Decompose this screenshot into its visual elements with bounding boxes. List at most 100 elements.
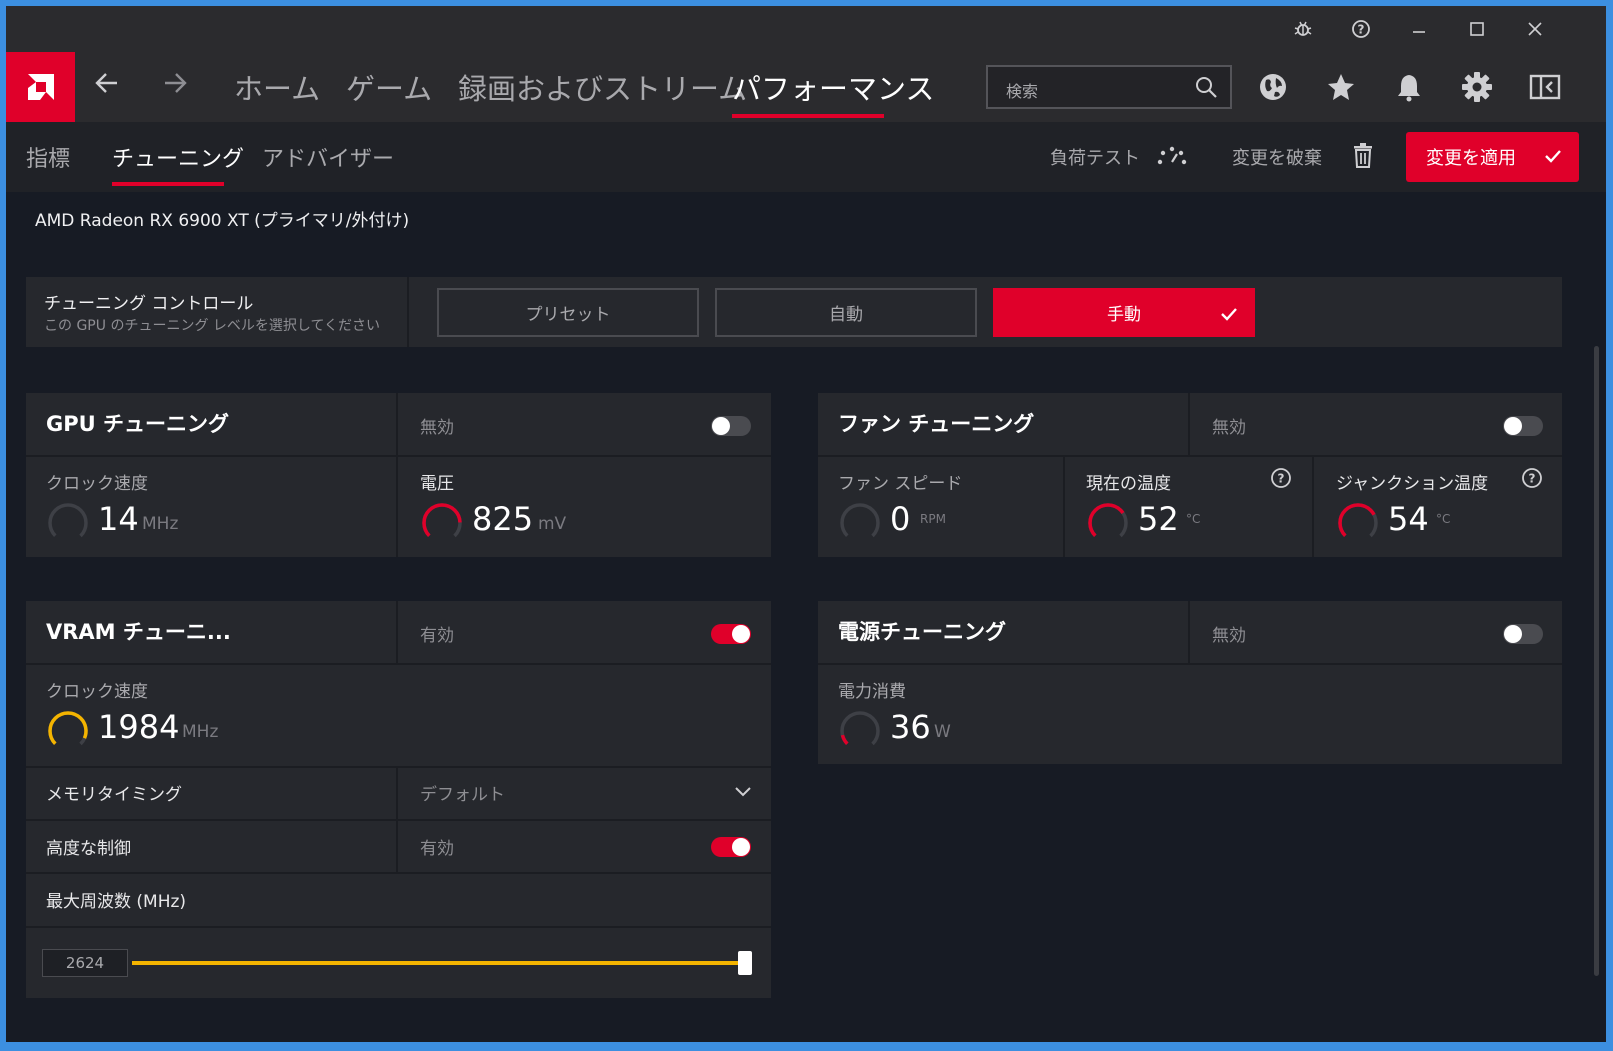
- vram-clock-label: クロック速度: [46, 682, 148, 702]
- trash-icon[interactable]: [1352, 142, 1374, 172]
- divider: [26, 926, 771, 928]
- max-frequency-slider-thumb[interactable]: [738, 951, 752, 975]
- tuning-control-bar: チューニング コントロール この GPU のチューニング レベルを選択してくださ…: [26, 277, 1562, 347]
- app-window: ? ホーム ゲーム 録画およびストリーム パフォーマンス 検索 指標 チューニン…: [6, 6, 1606, 1042]
- fan-speed-unit: RPM: [920, 512, 946, 526]
- chevron-down-icon: [735, 787, 751, 797]
- nav-tab-games[interactable]: ゲーム: [346, 66, 432, 108]
- power-consumption-label: 電力消費: [838, 682, 906, 702]
- close-icon[interactable]: [1520, 14, 1550, 44]
- gpu-clock-value: 14: [98, 500, 139, 538]
- layout-icon[interactable]: [1528, 70, 1562, 104]
- subtab-tuning[interactable]: チューニング: [112, 141, 244, 173]
- max-frequency-label: 最大周波数 (MHz): [46, 892, 187, 912]
- toggle-knob: [1504, 625, 1522, 643]
- nav-tab-record-stream[interactable]: 録画およびストリーム: [458, 66, 747, 108]
- divider: [1188, 601, 1190, 663]
- power-tuning-state: 無効: [1212, 626, 1246, 646]
- mode-preset-button[interactable]: プリセット: [437, 288, 699, 337]
- gpu-tuning-state: 無効: [420, 418, 454, 438]
- fan-tuning-state: 無効: [1212, 418, 1246, 438]
- fan-tuning-title: ファン チューニング: [838, 412, 1035, 436]
- top-navigation: ホーム ゲーム 録画およびストリーム パフォーマンス 検索: [6, 52, 1606, 122]
- max-frequency-input[interactable]: 2624: [42, 949, 128, 977]
- current-temp-value: 52: [1138, 500, 1179, 538]
- mode-auto-button[interactable]: 自動: [715, 288, 977, 337]
- vram-tuning-title: VRAM チューニ...: [46, 620, 231, 644]
- subtab-metrics[interactable]: 指標: [26, 141, 70, 173]
- discard-changes-button[interactable]: 変更を破棄: [1232, 144, 1322, 170]
- apply-changes-button[interactable]: 変更を適用: [1406, 132, 1579, 182]
- bug-icon[interactable]: [1288, 14, 1318, 44]
- amd-logo[interactable]: [6, 52, 75, 122]
- divider: [26, 872, 771, 874]
- mode-preset-label: プリセット: [525, 305, 611, 325]
- memory-timing-dropdown[interactable]: デフォルト: [398, 768, 771, 820]
- mode-auto-label: 自動: [829, 305, 863, 325]
- toggle-knob: [712, 417, 730, 435]
- svg-text:?: ?: [1358, 23, 1365, 37]
- scrollbar[interactable]: [1594, 346, 1599, 976]
- stress-test-label: 負荷テスト: [1050, 148, 1140, 169]
- bell-icon[interactable]: [1392, 70, 1426, 104]
- gear-icon[interactable]: [1460, 70, 1494, 104]
- memory-timing-value: デフォルト: [420, 785, 505, 805]
- gpu-voltage-value: 825: [472, 500, 534, 538]
- gpu-voltage-label: 電圧: [420, 474, 454, 494]
- fan-tuning-toggle[interactable]: [1503, 416, 1543, 436]
- toggle-knob: [1504, 417, 1522, 435]
- minimize-icon[interactable]: [1404, 14, 1434, 44]
- current-temp-unit: °C: [1186, 512, 1201, 526]
- toggle-knob: [732, 838, 750, 856]
- current-temp-gauge: [1088, 503, 1128, 543]
- search-icon[interactable]: [1194, 75, 1218, 103]
- divider: [1312, 455, 1314, 557]
- power-tuning-toggle[interactable]: [1503, 624, 1543, 644]
- toggle-knob: [732, 625, 750, 643]
- divider: [396, 601, 398, 663]
- forward-arrow-icon[interactable]: [162, 70, 188, 103]
- gpu-tuning-toggle[interactable]: [711, 416, 751, 436]
- power-consumption-value: 36: [890, 708, 931, 746]
- back-arrow-icon[interactable]: [94, 70, 120, 103]
- max-frequency-slider-track[interactable]: [132, 961, 749, 965]
- junction-temp-gauge: [1338, 503, 1378, 543]
- gpu-clock-unit: MHz: [142, 514, 179, 534]
- star-icon[interactable]: [1324, 70, 1358, 104]
- advanced-control-toggle[interactable]: [711, 837, 751, 857]
- mode-manual-button[interactable]: 手動: [993, 288, 1255, 337]
- title-bar: ?: [6, 6, 1606, 52]
- subtab-active-underline: [112, 182, 224, 186]
- nav-tab-home[interactable]: ホーム: [234, 66, 320, 108]
- svg-text:?: ?: [1278, 472, 1285, 486]
- svg-text:?: ?: [1529, 472, 1536, 486]
- divider: [407, 277, 409, 347]
- subtab-advisor[interactable]: アドバイザー: [262, 141, 394, 173]
- stress-test-button[interactable]: 負荷テスト: [1050, 144, 1140, 170]
- power-consumption-unit: W: [934, 722, 951, 742]
- divider: [26, 455, 771, 457]
- gauge-dashes-icon[interactable]: [1156, 144, 1188, 170]
- help-icon[interactable]: ?: [1270, 467, 1292, 489]
- junction-temp-label: ジャンクション温度: [1336, 474, 1489, 494]
- search-box[interactable]: 検索: [986, 65, 1232, 109]
- divider: [1188, 393, 1190, 455]
- gpu-tuning-title: GPU チューニング: [46, 412, 229, 436]
- maximize-icon[interactable]: [1462, 14, 1492, 44]
- sub-navigation: 指標 チューニング アドバイザー 負荷テスト 変更を破棄 変更を適用: [6, 122, 1606, 192]
- advanced-control-state: 有効: [420, 839, 454, 859]
- discard-changes-label: 変更を破棄: [1232, 148, 1322, 169]
- nav-tab-performance[interactable]: パフォーマンス: [732, 66, 934, 108]
- globe-icon[interactable]: [1256, 70, 1290, 104]
- junction-temp-unit: °C: [1436, 512, 1451, 526]
- help-icon[interactable]: ?: [1521, 467, 1543, 489]
- divider: [818, 455, 1562, 457]
- gpu-clock-gauge: [48, 503, 88, 543]
- gpu-clock-label: クロック速度: [46, 474, 148, 494]
- vram-clock-unit: MHz: [182, 722, 219, 742]
- divider: [1063, 455, 1065, 557]
- help-icon[interactable]: ?: [1346, 14, 1376, 44]
- power-tuning-title: 電源チューニング: [838, 620, 1006, 644]
- divider: [26, 819, 771, 821]
- vram-tuning-toggle[interactable]: [711, 624, 751, 644]
